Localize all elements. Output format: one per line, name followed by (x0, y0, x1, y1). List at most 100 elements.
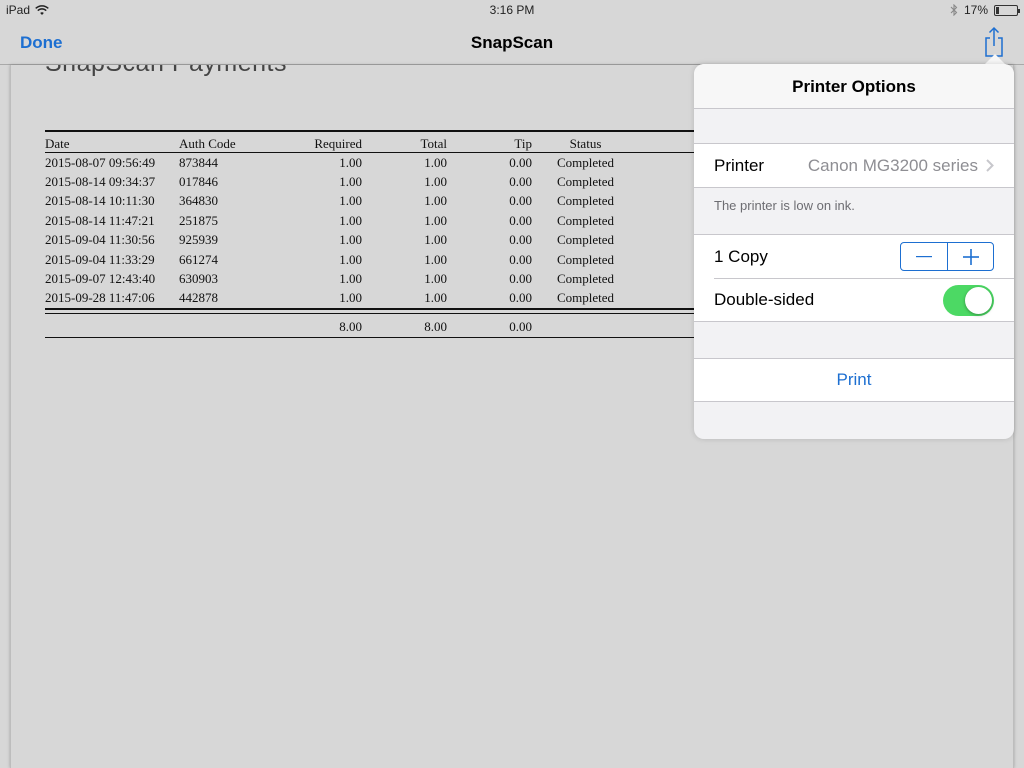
cell-auth-code: 630903 (179, 271, 218, 287)
cell-date: 2015-09-07 12:43:40 (45, 271, 156, 287)
total-tip: 0.00 (447, 313, 532, 338)
status-right: 17% (950, 3, 1020, 17)
cell-required: 1.00 (339, 212, 362, 228)
minus-icon (916, 255, 932, 257)
cell-auth-code: 873844 (179, 154, 218, 170)
increment-button[interactable] (947, 243, 993, 270)
copies-group: 1 Copy Double-sided (694, 234, 1014, 322)
total-total: 8.00 (362, 313, 447, 338)
ink-warning: The printer is low on ink. (714, 198, 855, 213)
table-row: 2015-09-28 11:47:06 442878 1.00 1.00 0.00 Com… (45, 289, 745, 310)
cell-tip: 0.00 (447, 289, 532, 310)
cell-total: 1.00 (424, 232, 447, 248)
printer-value: Canon MG3200 series (807, 155, 978, 175)
table-row: 2015-08-14 10:11:30 364830 1.00 1.00 0.00 Com… (45, 192, 745, 212)
chevron-right-icon (986, 159, 994, 172)
column-header-required: Required (269, 130, 362, 153)
cell-required: 1.00 (339, 173, 362, 189)
cell-status: Completed (556, 232, 615, 248)
cell-total: 1.00 (424, 271, 447, 287)
cell-required: 1.00 (339, 232, 362, 248)
column-header-date: Date (45, 130, 179, 153)
printer-row[interactable]: Printer Canon MG3200 series (694, 144, 1014, 187)
cell-date: 2015-09-04 11:33:29 (45, 251, 155, 267)
cell-date: 2015-08-14 09:34:37 (45, 173, 156, 189)
cell-auth-code: 364830 (179, 193, 218, 209)
cell-total: 1.00 (424, 212, 447, 228)
cell-tip: 0.00 (509, 212, 532, 228)
cell-status: Completed (556, 193, 615, 209)
cell-required: 1.00 (339, 154, 362, 170)
cell-empty (45, 313, 179, 338)
plus-icon (962, 248, 979, 265)
double-sided-label: Double-sided (714, 290, 815, 309)
cell-tip: 0.00 (509, 154, 532, 170)
cell-auth-code: 251875 (179, 212, 218, 228)
table-row: 2015-08-14 09:34:37 017846 1.00 1.00 0.00 Com… (45, 172, 745, 192)
printer-label: Printer (714, 155, 765, 175)
cell-auth-code: 017846 (179, 173, 218, 189)
navigation-bar: Done SnapScan (0, 20, 1024, 65)
cell-status: Completed (556, 251, 615, 267)
printer-value-wrap: Canon MG3200 series (808, 156, 994, 176)
status-time: 3:16 PM (489, 3, 535, 17)
cell-auth-code: 661274 (179, 251, 218, 267)
document-title: SnapScan Payments (45, 65, 287, 78)
cell-total: 1.00 (424, 193, 447, 209)
cell-total: 1.00 (424, 154, 447, 170)
cell-status: Completed (556, 271, 615, 287)
table-row: 2015-08-07 09:56:49 873844 1.00 1.00 0.00 Com… (45, 153, 745, 173)
copies-stepper (900, 242, 994, 271)
nav-title: SnapScan (470, 33, 554, 52)
printer-options-popover: Printer Options Printer Canon MG3200 ser… (694, 64, 1014, 439)
column-header-tip: Tip (447, 130, 532, 153)
printer-group: Printer Canon MG3200 series (694, 143, 1014, 188)
cell-tip: 0.00 (509, 193, 532, 209)
print-group: Print (694, 358, 1014, 402)
table-row: 2015-08-14 11:47:21 251875 1.00 1.00 0.00 Com… (45, 211, 745, 231)
cell-required: 1.00 (269, 289, 362, 310)
column-header-auth-code: Auth Code (179, 130, 269, 153)
cell-status: Completed (556, 212, 615, 228)
table-row: 2015-09-04 11:30:56 925939 1.00 1.00 0.00 Com… (45, 231, 745, 251)
status-bar: iPad 3:16 PM 17% (0, 0, 1024, 20)
column-header-total: Total (362, 130, 447, 153)
cell-date: 2015-09-28 11:47:06 (45, 289, 179, 310)
cell-date: 2015-09-04 11:30:56 (45, 232, 155, 248)
totals-row: 8.00 8.00 0.00 (45, 313, 745, 338)
cell-tip: 0.00 (509, 173, 532, 189)
column-header-status: Status (532, 130, 639, 153)
decrement-button[interactable] (901, 243, 947, 270)
cell-date: 2015-08-07 09:56:49 (45, 154, 156, 170)
table-header-row: Date Auth Code Required Total Tip Status (45, 130, 745, 153)
cell-tip: 0.00 (509, 251, 532, 267)
cell-total: 1.00 (424, 173, 447, 189)
bluetooth-icon (950, 4, 958, 16)
cell-required: 1.00 (339, 251, 362, 267)
cell-date: 2015-08-14 10:11:30 (45, 193, 155, 209)
copies-row: 1 Copy (694, 235, 1014, 278)
cell-auth-code: 925939 (179, 232, 218, 248)
cell-empty (179, 313, 269, 338)
cell-date: 2015-08-14 11:47:21 (45, 212, 155, 228)
battery-percent: 17% (963, 3, 988, 17)
cell-tip: 0.00 (509, 232, 532, 248)
print-button[interactable]: Print (694, 359, 1014, 401)
cell-status: Completed (532, 289, 639, 310)
cell-status: Completed (556, 154, 615, 170)
cell-total: 1.00 (424, 251, 447, 267)
table-row: 2015-09-07 12:43:40 630903 1.00 1.00 0.00 Com… (45, 270, 745, 290)
table-row: 2015-09-04 11:33:29 661274 1.00 1.00 0.00 Com… (45, 250, 745, 270)
payments-table: Date Auth Code Required Total Tip Status… (45, 130, 745, 338)
cell-status: Completed (556, 173, 615, 189)
cell-required: 1.00 (339, 193, 362, 209)
double-sided-toggle[interactable] (943, 284, 994, 316)
cell-empty (532, 313, 639, 338)
battery-icon (994, 4, 1020, 16)
total-required: 8.00 (269, 313, 362, 338)
cell-total: 1.00 (362, 289, 447, 310)
cell-tip: 0.00 (509, 271, 532, 287)
cell-required: 1.00 (339, 271, 362, 287)
double-sided-row: Double-sided (714, 278, 1014, 321)
toggle-knob (965, 286, 992, 314)
